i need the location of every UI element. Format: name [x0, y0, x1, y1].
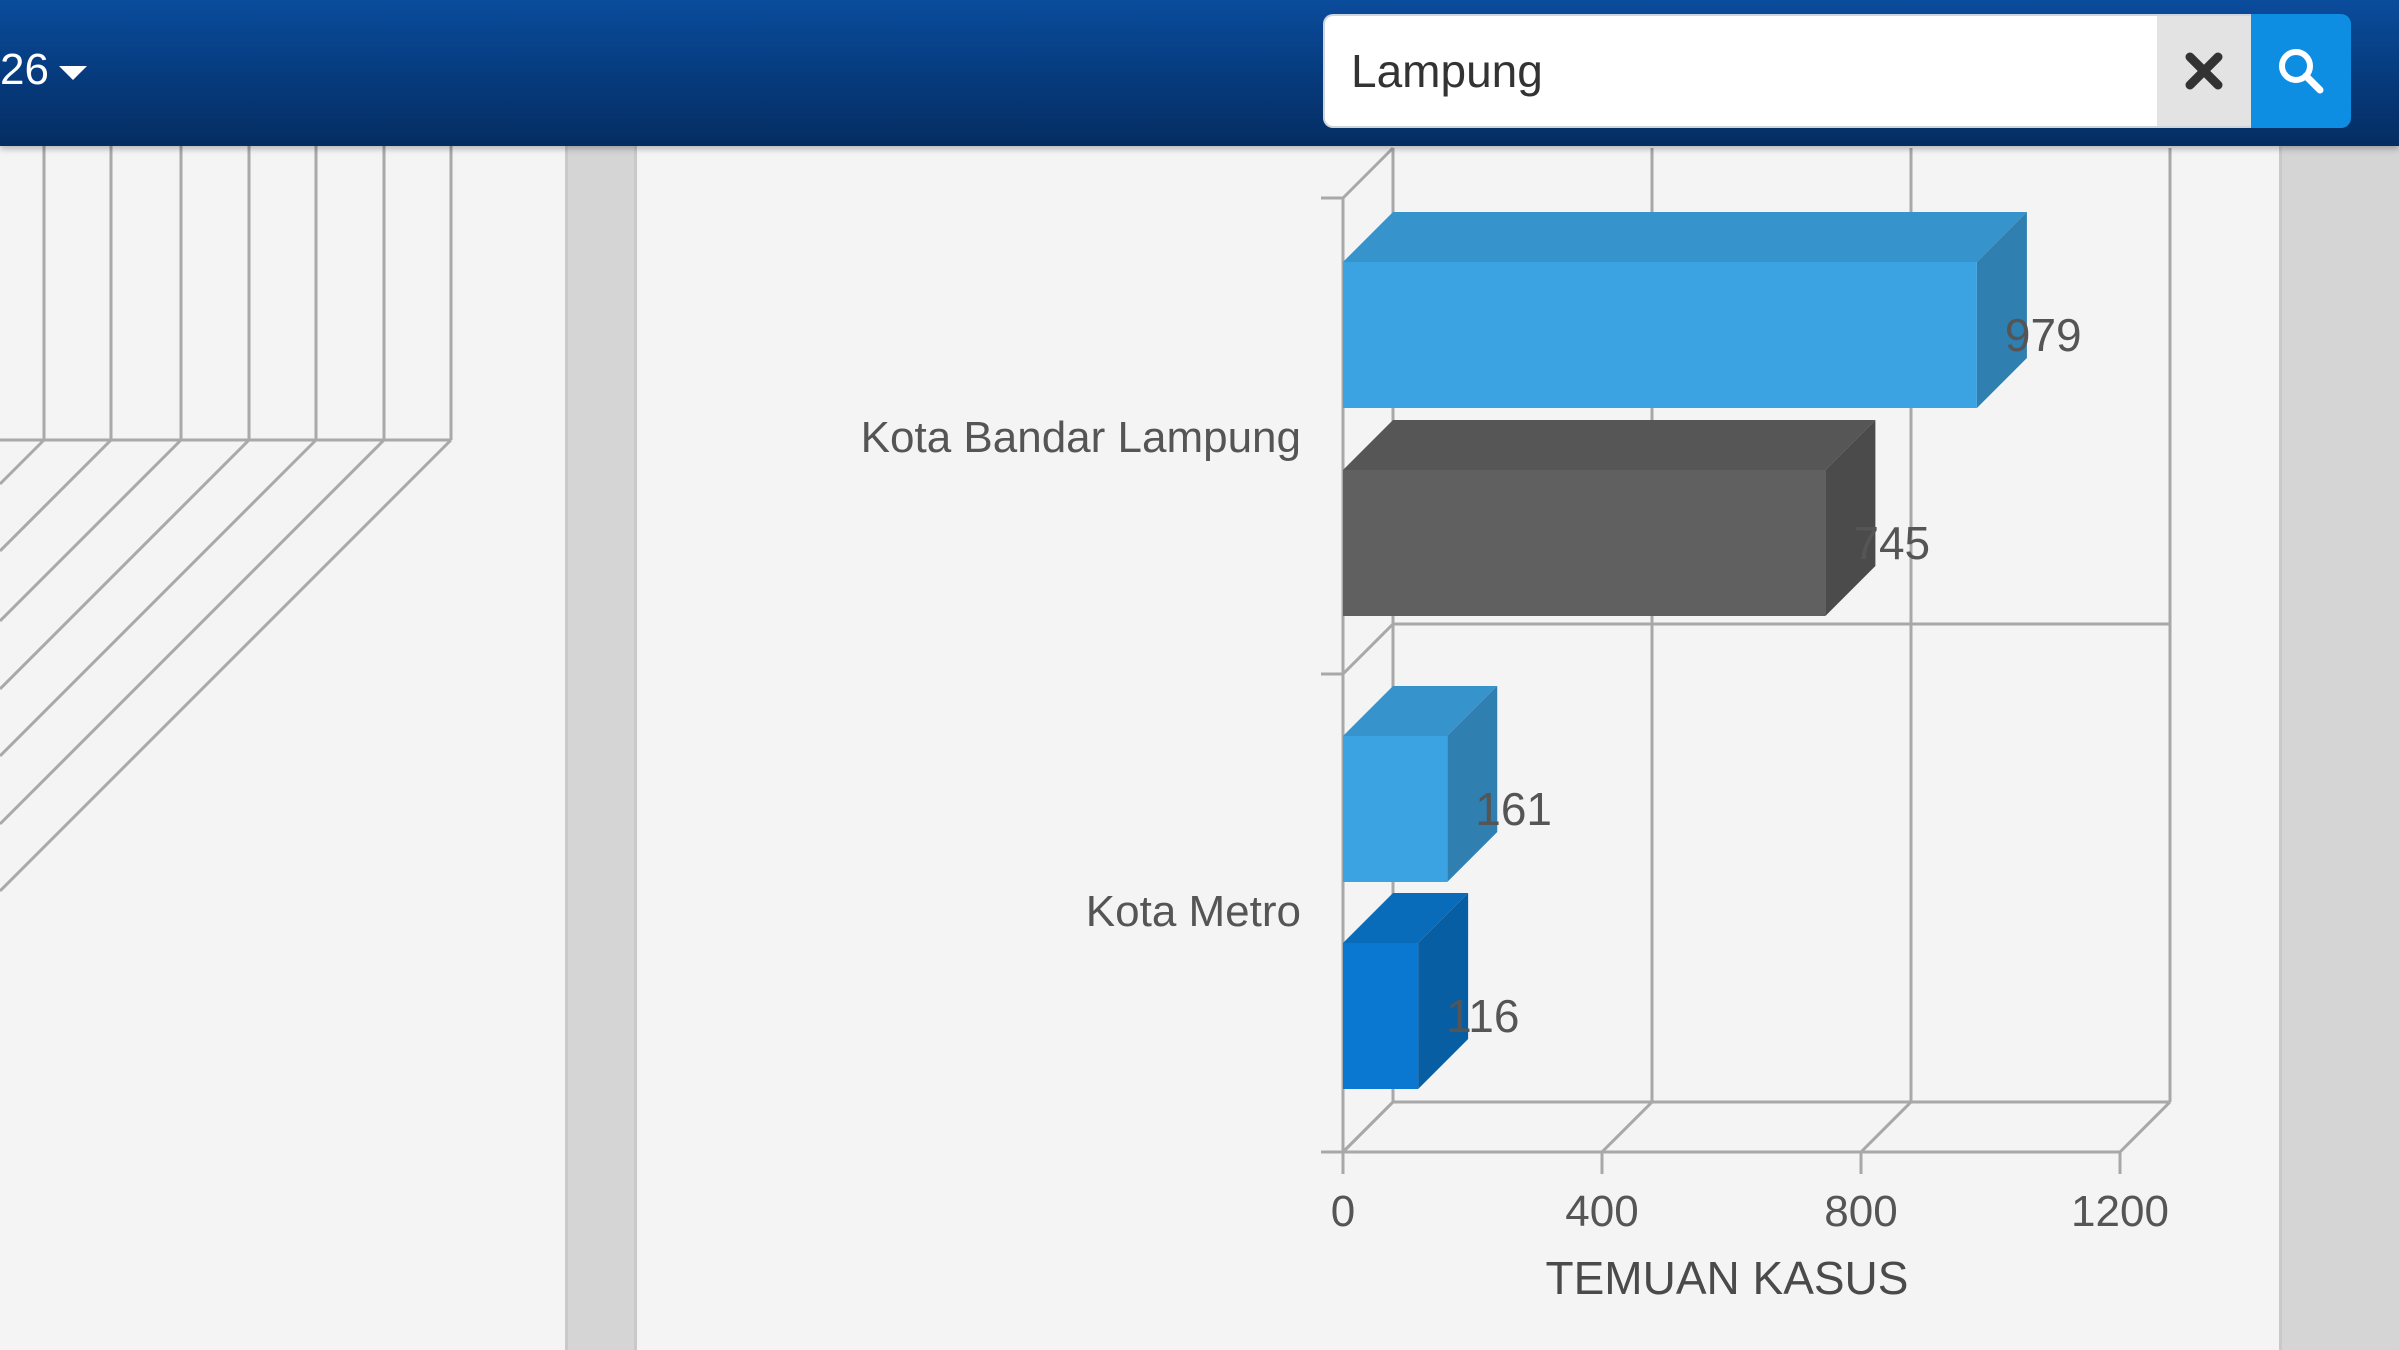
side-grid-line [1341, 622, 1395, 676]
y-category-label: Kota Bandar Lampung [861, 413, 1301, 462]
top-bar: 26 [0, 0, 2399, 146]
bar-top-face [1343, 420, 1876, 470]
bar-front-face [1343, 470, 1826, 616]
chevron-down-icon [58, 66, 87, 80]
search-icon [2279, 49, 2324, 94]
panel-gutter [568, 146, 634, 1350]
bar-front-face [1343, 736, 1448, 882]
chart-panel: 0 400 800 1200 979 745 161 116 Kota Bandar Lampu… [634, 146, 2282, 1350]
x-tick-label: 0 [1331, 1187, 1355, 1236]
x-tick-label: 1200 [2071, 1187, 2169, 1236]
floor-grid-line [2118, 1100, 2172, 1154]
y-category-label: Kota Metro [1086, 887, 1301, 936]
left-chart-panel [0, 146, 568, 1350]
close-icon [2185, 52, 2223, 90]
bar-chart: 0 400 800 1200 979 745 161 116 Kota Bandar Lampu… [861, 146, 2172, 1304]
right-gutter [2282, 146, 2399, 1350]
floor-grid-line [1600, 1100, 1654, 1154]
bar[interactable] [1343, 212, 2027, 408]
bar-front-face [1343, 262, 1977, 408]
bar-top-face [1343, 212, 2027, 262]
bar-value-label: 116 [1446, 990, 1519, 1042]
bar[interactable] [1343, 686, 1498, 882]
bar-value-label: 161 [1475, 783, 1552, 835]
left-chart-grid [0, 146, 453, 893]
search-button[interactable] [2251, 14, 2351, 128]
bar[interactable] [1343, 420, 1876, 616]
x-axis-title: TEMUAN KASUS [1546, 1252, 1909, 1304]
search-input[interactable] [1323, 14, 2157, 128]
clear-search-button[interactable] [2157, 14, 2251, 128]
bar-value-label: 979 [2005, 309, 2082, 361]
bar-value-label: 745 [1853, 517, 1930, 569]
period-label: 26 [0, 45, 49, 94]
x-tick-label: 400 [1565, 1187, 1638, 1236]
side-grid-line [1341, 1100, 1395, 1154]
side-grid-line [1341, 146, 1395, 200]
bar-front-face [1343, 943, 1419, 1089]
x-tick-label: 800 [1824, 1187, 1897, 1236]
period-dropdown[interactable]: 26 [0, 40, 87, 100]
floor-grid-line [1859, 1100, 1913, 1154]
